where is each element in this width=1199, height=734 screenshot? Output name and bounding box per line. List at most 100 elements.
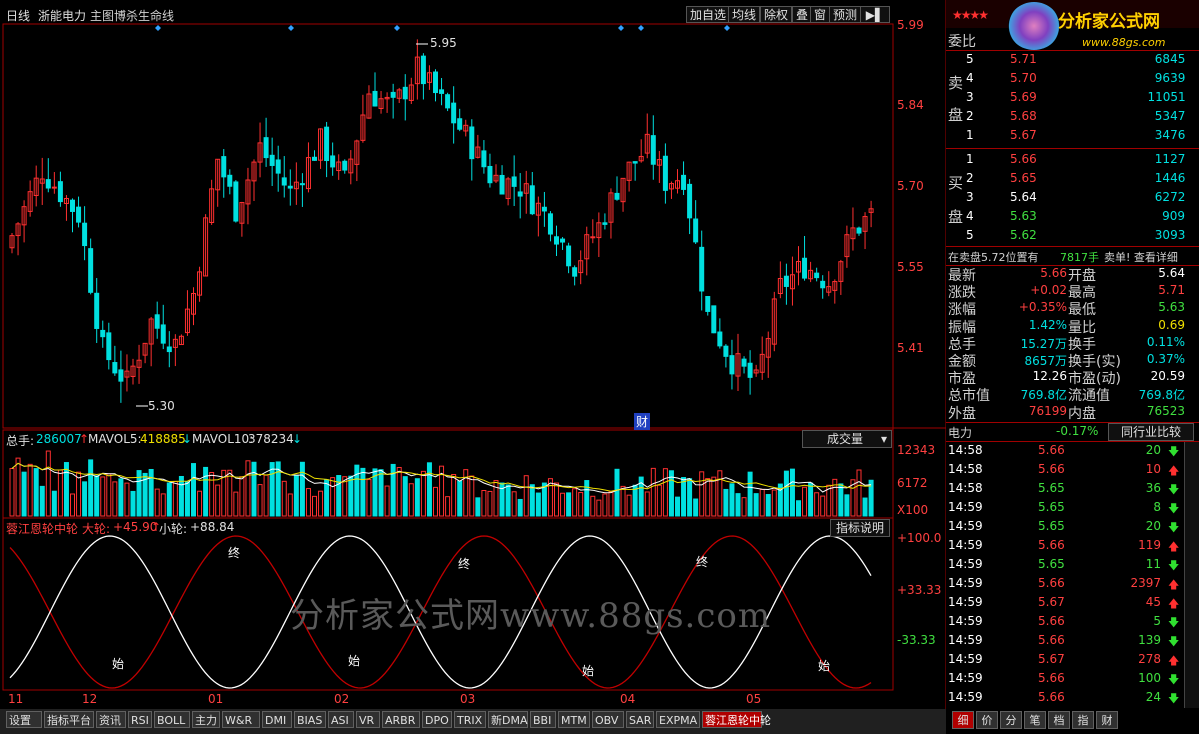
indicator-select[interactable]: 成交量 ▾ xyxy=(802,430,892,448)
tick-row: 14:58 5.66 20 🡇 xyxy=(946,442,1199,461)
candle-body xyxy=(269,154,275,166)
end-mark: 终 xyxy=(458,556,470,571)
candle-body xyxy=(554,236,559,245)
arrow-down-icon: 🡇 xyxy=(1168,445,1180,458)
volume-bar xyxy=(596,499,602,517)
bottom-tab[interactable]: 设置 xyxy=(6,711,42,728)
volume-bar xyxy=(445,496,451,517)
flower-logo-icon xyxy=(1008,2,1060,50)
logo-text: 分析家公式网 xyxy=(1058,12,1160,32)
bottom-tab[interactable]: 资讯 xyxy=(96,711,126,728)
sell-level-row[interactable]: 2 5.68 5347 xyxy=(946,108,1199,127)
indicator-help-button[interactable]: 指标说明 xyxy=(830,519,890,537)
buy-level-row[interactable]: 4 5.63 909 xyxy=(946,208,1199,227)
volume-bars xyxy=(9,450,874,517)
buy-level-row[interactable]: 2 5.65 1446 xyxy=(946,170,1199,189)
sell-level-row[interactable]: 3 5.69 11051 xyxy=(946,89,1199,108)
side-tab[interactable]: 细 xyxy=(952,711,974,729)
window-button[interactable]: 窗 xyxy=(810,6,831,23)
candle-body xyxy=(590,236,596,239)
volume-bar xyxy=(82,481,88,517)
formula-name: 主图博杀生命线 xyxy=(90,9,175,23)
buy-level-row[interactable]: 1 5.66 1127 xyxy=(946,151,1199,170)
tick-row: 14:58 5.65 36 🡇 xyxy=(946,480,1199,499)
x-tick: 02 xyxy=(334,692,350,706)
industry-compare-button[interactable]: 同行业比较 xyxy=(1108,423,1194,441)
indicator-tick: +100.0 xyxy=(897,531,942,545)
bottom-tab[interactable]: TRIX xyxy=(454,711,486,728)
volume-bar xyxy=(203,466,209,517)
tick-row: 14:59 5.66 139 🡇 xyxy=(946,632,1199,651)
volume-bar xyxy=(348,475,354,517)
side-tab[interactable]: 档 xyxy=(1048,711,1070,729)
bottom-tab[interactable]: W&R xyxy=(222,711,260,728)
side-tab[interactable]: 财 xyxy=(1096,711,1118,729)
rating-stars-icon: ★★★★ xyxy=(952,8,989,22)
bottom-tab[interactable]: 蓉江恩轮中轮 xyxy=(702,711,771,728)
buy-level-row[interactable]: 5 5.62 3093 xyxy=(946,227,1199,246)
start-mark: 始 xyxy=(112,657,124,671)
finance-marker[interactable]: 财 xyxy=(634,413,651,430)
bottom-tab[interactable]: BOLL xyxy=(154,711,190,728)
x-tick: 11 xyxy=(8,692,24,706)
volume-bar xyxy=(783,470,789,517)
bottom-tab[interactable]: EXPMA xyxy=(656,711,700,728)
exright-button[interactable]: 除权 xyxy=(760,6,793,23)
bottom-tab[interactable]: BIAS xyxy=(294,711,326,728)
tick-row: 14:59 5.66 100 🡇 xyxy=(946,670,1199,689)
side-tab[interactable]: 分 xyxy=(1000,711,1022,729)
candle-body xyxy=(263,137,269,159)
bottom-tab[interactable]: VR xyxy=(356,711,380,728)
bottom-tab[interactable]: 新DMA xyxy=(488,711,528,728)
bottom-tab[interactable]: MTM xyxy=(558,711,590,728)
candle-body xyxy=(723,345,729,357)
sell-level-row[interactable]: 5 5.71 6845 xyxy=(946,51,1199,70)
bottom-tab[interactable]: SAR xyxy=(626,711,654,728)
tick-scrollbar[interactable] xyxy=(1184,442,1199,708)
arrow-right-icon[interactable]: ▶▌ xyxy=(860,6,890,23)
ma-button[interactable]: 均线 xyxy=(728,6,761,23)
signal-diamonds xyxy=(155,25,730,31)
bottom-tab[interactable]: 指标平台 xyxy=(44,711,94,728)
volume-bar xyxy=(626,494,632,517)
volume-bar xyxy=(566,492,572,517)
candle-body xyxy=(154,314,160,329)
volume-bar xyxy=(493,480,499,517)
period-label[interactable]: 日线 xyxy=(6,7,30,24)
add-watchlist-button[interactable]: 加自选 xyxy=(686,6,731,23)
candle-body xyxy=(281,177,287,186)
bottom-tab[interactable]: OBV xyxy=(592,711,624,728)
bottom-tab[interactable]: 主力 xyxy=(192,711,220,728)
volume-bar xyxy=(711,476,717,517)
side-tab[interactable]: 笔 xyxy=(1024,711,1046,729)
start-mark: 始 xyxy=(582,664,594,678)
candle-body xyxy=(802,257,808,279)
bottom-tab[interactable]: BBI xyxy=(530,711,556,728)
volume-bar xyxy=(856,469,862,517)
side-tab[interactable]: 价 xyxy=(976,711,998,729)
bottom-tab[interactable]: RSI xyxy=(128,711,152,728)
volume-bar xyxy=(245,460,251,517)
overlay-button[interactable]: 叠 xyxy=(792,6,813,23)
sell-level-row[interactable]: 1 5.67 3476 xyxy=(946,127,1199,146)
candle-body xyxy=(511,176,517,187)
volume-bar xyxy=(263,474,269,517)
candle-body xyxy=(662,155,668,191)
volume-bar xyxy=(9,467,15,517)
buy-level-row[interactable]: 3 5.64 6272 xyxy=(946,189,1199,208)
arrow-down-icon: 🡇 xyxy=(1168,559,1180,572)
arrow-down-icon: 🡇 xyxy=(1168,616,1180,629)
candle-body xyxy=(88,248,94,293)
volume-bar xyxy=(384,485,390,517)
bottom-tab[interactable]: ASI xyxy=(328,711,354,728)
volume-bar xyxy=(838,483,844,517)
forecast-button[interactable]: 预测 xyxy=(829,6,862,23)
side-tab[interactable]: 指 xyxy=(1072,711,1094,729)
bottom-tab[interactable]: DMI xyxy=(262,711,292,728)
candle-body xyxy=(650,135,656,165)
volume-bar xyxy=(517,498,523,517)
bottom-tab[interactable]: DPO xyxy=(422,711,452,728)
volume-bar xyxy=(481,490,487,517)
bottom-tab[interactable]: ARBR xyxy=(382,711,420,728)
sell-level-row[interactable]: 4 5.70 9639 xyxy=(946,70,1199,89)
